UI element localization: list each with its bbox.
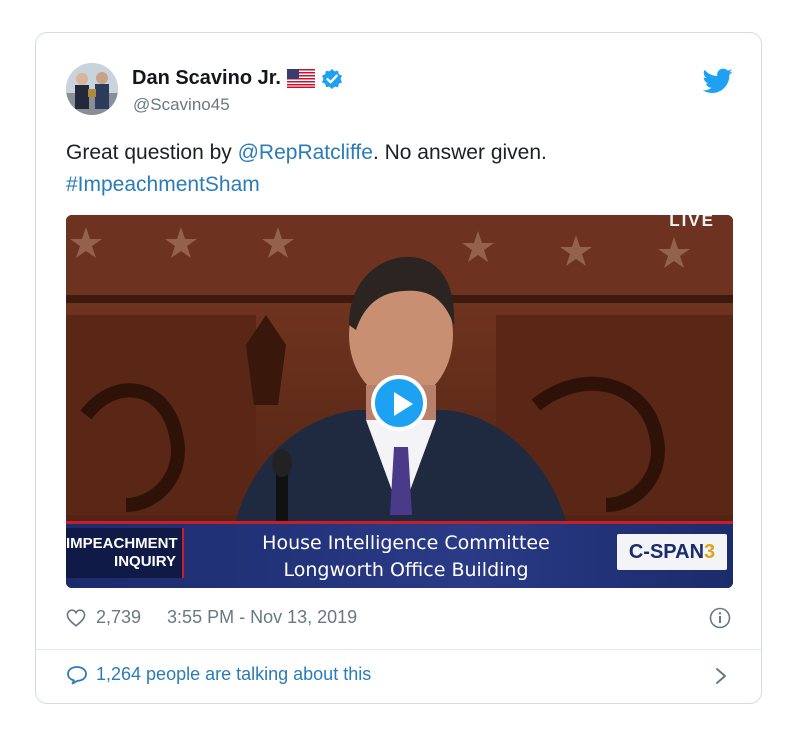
tweet-meta: 2,739 3:55 PM - Nov 13, 2019 bbox=[66, 607, 357, 628]
conversation-link[interactable]: 1,264 people are talking about this bbox=[66, 664, 371, 685]
author-handle[interactable]: @Scavino45 bbox=[133, 95, 230, 115]
chyron-label: IMPEACHMENT INQUIRY bbox=[66, 528, 184, 578]
chyron-title-line1: House Intelligence Committee bbox=[262, 532, 550, 554]
author-row: Dan Scavino Jr. bbox=[132, 67, 343, 90]
info-icon[interactable] bbox=[709, 607, 731, 629]
timestamp[interactable]: 3:55 PM - Nov 13, 2019 bbox=[167, 607, 357, 628]
network-logo-number: 3 bbox=[704, 541, 716, 563]
tweet-text: Great question by @RepRatcliffe. No answ… bbox=[66, 137, 726, 201]
play-icon bbox=[394, 392, 413, 416]
avatar[interactable] bbox=[66, 63, 118, 115]
twitter-bird-icon[interactable] bbox=[702, 68, 733, 94]
tweet-text-suffix: . No answer given. bbox=[372, 141, 547, 164]
like-count[interactable]: 2,739 bbox=[96, 607, 141, 628]
network-logo: C-SPAN3 bbox=[617, 534, 727, 570]
chevron-right-icon[interactable] bbox=[715, 667, 727, 685]
heart-icon[interactable] bbox=[66, 608, 86, 627]
verified-badge-icon bbox=[321, 68, 343, 90]
tweet-text-prefix: Great question by bbox=[66, 141, 238, 164]
divider bbox=[36, 649, 761, 650]
author-name[interactable]: Dan Scavino Jr. bbox=[132, 67, 281, 90]
mention-link[interactable]: @RepRatcliffe bbox=[238, 141, 373, 164]
chyron-title: House Intelligence Committee Longworth O… bbox=[216, 530, 596, 584]
comment-bubble-icon bbox=[66, 665, 88, 685]
hashtag-link[interactable]: #ImpeachmentSham bbox=[66, 173, 260, 196]
live-label: LIVE bbox=[669, 215, 715, 230]
chyron: IMPEACHMENT INQUIRY House Intelligence C… bbox=[66, 521, 733, 588]
play-button[interactable] bbox=[371, 375, 427, 431]
chyron-title-line2: Longworth Office Building bbox=[283, 559, 529, 581]
conversation-text[interactable]: 1,264 people are talking about this bbox=[96, 664, 371, 685]
tweet-card: Dan Scavino Jr. @Scavino45 Great questio… bbox=[35, 32, 762, 704]
video-player[interactable]: LIVE IMPEACHMENT INQUIRY House Intellige… bbox=[66, 215, 733, 588]
chyron-label-line1: IMPEACHMENT bbox=[66, 535, 178, 552]
chyron-label-line2: INQUIRY bbox=[114, 553, 176, 570]
flag-icon bbox=[286, 69, 315, 88]
network-logo-text: C-SPAN bbox=[628, 541, 705, 563]
